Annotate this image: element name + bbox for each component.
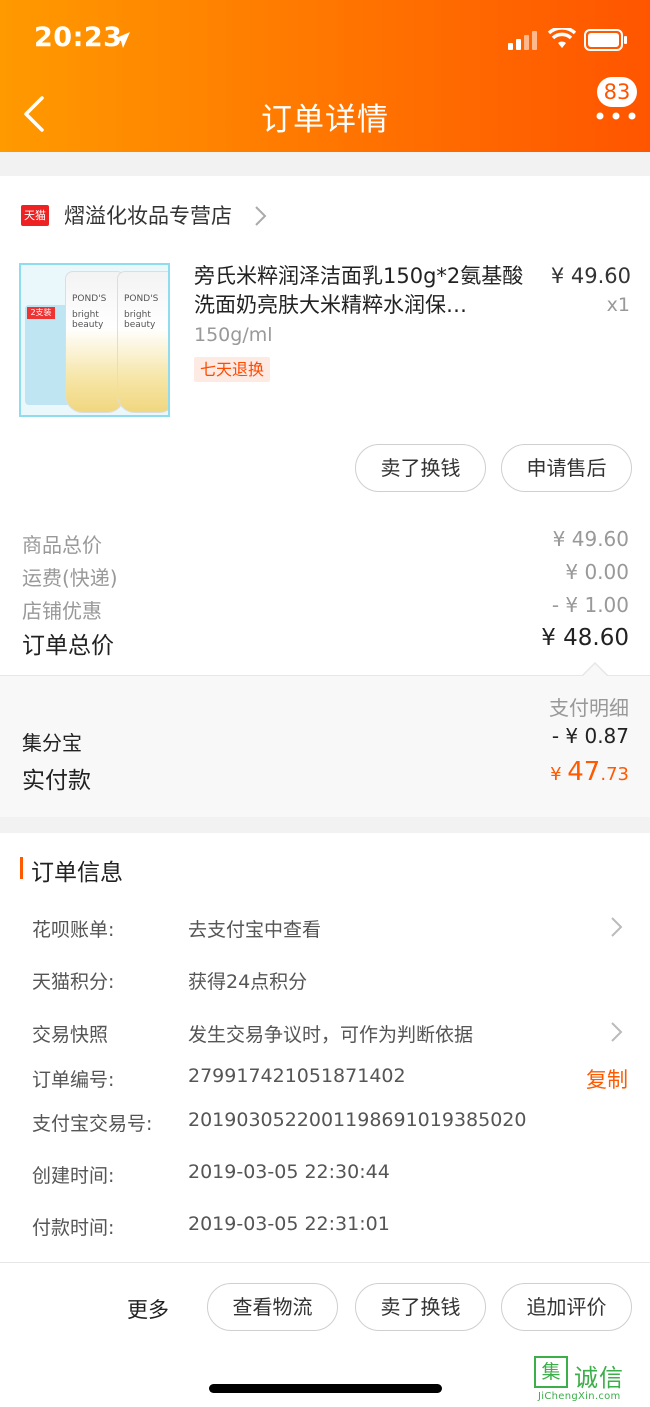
more-actions-button[interactable]: 更多 (127, 1294, 169, 1324)
cellular-signal-icon (508, 31, 537, 50)
tmall-logo-icon: 天猫 (21, 205, 49, 226)
payment-detail-link[interactable]: 支付明细 (549, 692, 629, 721)
order-number-value: 279917421051871402 (188, 1065, 406, 1087)
store-row[interactable]: 天猫 熠溢化妆品专营店 (0, 196, 650, 236)
watermark: 集 诚信 JiChengXin.com (534, 1356, 646, 1404)
paid-time-value: 2019-03-05 22:31:01 (188, 1213, 390, 1235)
watermark-url: JiChengXin.com (538, 1391, 621, 1402)
product-quantity: x1 (606, 294, 630, 316)
order-total-label: 订单总价 (22, 633, 114, 659)
trade-snapshot-link[interactable]: 发生交易争议时，可作为判断依据 (188, 1020, 473, 1047)
chevron-right-icon (611, 917, 623, 937)
tube-subbrand: bright beauty (124, 310, 156, 330)
product-title[interactable]: 旁氏米粹润泽洁面乳150g*2氨基酸洗面奶亮肤大米精粹水润保… (194, 262, 524, 320)
sell-for-cash-button-bottom[interactable]: 卖了换钱 (355, 1283, 486, 1331)
shipping-value: ¥ 0.00 (565, 560, 629, 584)
page-title: 订单详情 (261, 102, 389, 138)
trade-snapshot-label: 交易快照 (32, 1024, 109, 1046)
location-arrow-icon (114, 32, 130, 48)
watermark-text: 诚信 (574, 1364, 624, 1392)
order-info-title: 订单信息 (31, 860, 123, 886)
alipay-trade-number-value: 2019030522001198691019385020 (188, 1109, 527, 1131)
return-policy-tag: 七天退换 (194, 357, 271, 382)
huabei-bill-link[interactable]: 去支付宝中查看 (188, 915, 321, 942)
chevron-right-icon (255, 206, 267, 226)
store-name: 熠溢化妆品专营店 (64, 204, 232, 228)
created-time-value: 2019-03-05 22:30:44 (188, 1161, 390, 1183)
tmall-points-value: 获得24点积分 (188, 971, 308, 993)
product-tube: POND'S bright beauty (65, 271, 125, 413)
chevron-right-icon (611, 1022, 623, 1042)
watermark-mark: 集 (534, 1356, 568, 1388)
pack-tag: 2支装 (27, 307, 55, 319)
shipping-label: 运费(快递) (22, 566, 118, 590)
created-time-label: 创建时间: (32, 1165, 115, 1187)
goods-total-value: ¥ 49.60 (552, 527, 629, 551)
panel-notch-fill (583, 664, 607, 676)
section-accent-bar (20, 857, 23, 879)
product-price: ¥ 49.60 (550, 264, 631, 288)
product-spec: 150g/ml (194, 324, 273, 346)
battery-icon (584, 29, 627, 51)
home-indicator[interactable] (209, 1384, 442, 1393)
tube-brand: POND'S (124, 294, 159, 304)
currency-symbol: ¥ (550, 764, 568, 785)
copy-order-number-button[interactable]: 复制 (586, 1064, 628, 1094)
actual-paid-label: 实付款 (22, 768, 91, 794)
after-sale-button[interactable]: 申请售后 (501, 444, 632, 492)
sell-for-cash-button[interactable]: 卖了换钱 (355, 444, 486, 492)
alipay-trade-number-label: 支付宝交易号: (32, 1113, 153, 1135)
section-divider (0, 817, 650, 833)
wifi-icon (548, 28, 576, 48)
order-total-value: ¥ 48.60 (541, 625, 629, 651)
paid-time-label: 付款时间: (32, 1217, 115, 1239)
tube-brand: POND'S (72, 294, 107, 304)
tmall-points-label: 天猫积分: (32, 971, 115, 993)
view-logistics-button[interactable]: 查看物流 (207, 1283, 338, 1331)
add-review-button[interactable]: 追加评价 (501, 1283, 632, 1331)
status-time: 20:23 (34, 22, 123, 53)
huabei-bill-label: 花呗账单: (32, 919, 115, 941)
store-discount-label: 店铺优惠 (22, 599, 102, 623)
store-discount-value: - ¥ 1.00 (551, 593, 629, 617)
actual-paid-value: ¥ 47.73 (550, 757, 629, 787)
paid-integer: 47 (567, 757, 601, 787)
more-options-button[interactable] (592, 104, 640, 130)
goods-total-label: 商品总价 (22, 533, 102, 557)
order-number-label: 订单编号: (32, 1069, 115, 1091)
header-bar: 20:23 订单详情 83 (0, 0, 650, 152)
product-tube: POND'S bright beauty (117, 271, 168, 413)
message-count-badge: 83 (597, 77, 637, 107)
jifenbao-label: 集分宝 (22, 731, 82, 755)
paid-decimal: .73 (600, 764, 629, 785)
jifenbao-value: - ¥ 0.87 (551, 724, 629, 748)
product-image[interactable]: 2支装 POND'S bright beauty POND'S bright b… (19, 263, 170, 417)
section-divider (0, 152, 650, 176)
